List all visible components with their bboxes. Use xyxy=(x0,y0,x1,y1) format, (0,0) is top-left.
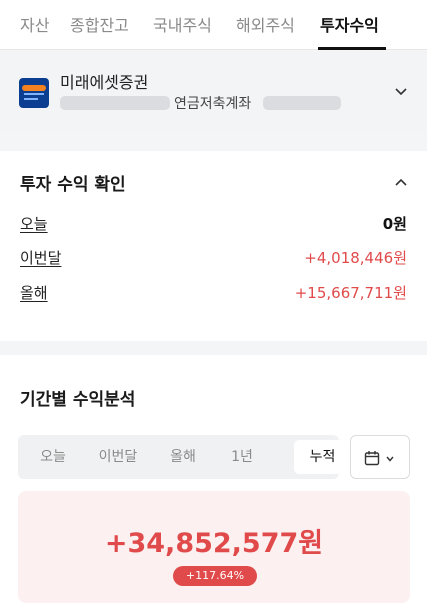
profit-row-label-today[interactable]: 오늘 xyxy=(20,213,48,234)
chevron-down-icon[interactable] xyxy=(394,85,408,99)
profit-row-value-month: +4,018,446원 xyxy=(304,249,407,267)
mirae-asset-logo-icon xyxy=(19,78,49,108)
period-analysis-section: 기간별 수익분석 오늘 이번달 올해 1년 누적 +34,852,577원 +1… xyxy=(0,355,427,603)
tab-investment-returns[interactable]: 투자수익 xyxy=(320,12,379,36)
period-segmented-control: 오늘 이번달 올해 1년 누적 xyxy=(18,435,351,479)
top-tab-bar: 자산 종합잔고 국내주식 해외주식 투자수익 xyxy=(0,0,427,50)
return-rate-badge: +117.64% xyxy=(173,566,257,586)
calendar-icon xyxy=(364,451,380,466)
tab-overseas-stocks[interactable]: 해외주식 xyxy=(236,12,295,36)
period-option-cumulative[interactable]: 누적 xyxy=(294,435,351,479)
cumulative-result-card: +34,852,577원 +117.64% xyxy=(18,491,410,603)
period-option-month[interactable]: 이번달 xyxy=(88,435,148,479)
profit-row-value-today: 0원 xyxy=(382,215,407,233)
calendar-dropdown-button[interactable] xyxy=(350,435,410,479)
broker-name: 미래에셋증권 xyxy=(60,73,149,92)
analysis-section-title: 기간별 수익분석 xyxy=(20,390,136,410)
profit-row-value-year: +15,667,711원 xyxy=(294,284,407,302)
chevron-down-small-icon xyxy=(386,456,394,462)
account-type: 연금저축계좌 xyxy=(174,96,252,112)
period-option-today[interactable]: 오늘 xyxy=(28,435,78,479)
masked-account-number-tail xyxy=(263,96,341,110)
active-tab-indicator xyxy=(318,47,386,50)
tab-domestic-stocks[interactable]: 국내주식 xyxy=(153,12,212,36)
profit-row-label-year[interactable]: 올해 xyxy=(20,282,48,303)
profit-section-title: 투자 수익 확인 xyxy=(20,175,126,195)
masked-account-number xyxy=(60,96,170,110)
cumulative-profit-amount: +34,852,577원 xyxy=(104,528,324,559)
tab-balance[interactable]: 종합잔고 xyxy=(70,12,129,36)
profit-summary-section: 투자 수익 확인 오늘 0원 이번달 +4,018,446원 올해 +15,66… xyxy=(0,151,427,341)
tab-assets[interactable]: 자산 xyxy=(20,12,49,36)
period-option-1y[interactable]: 1년 xyxy=(220,435,264,479)
account-selector[interactable]: 미래에셋증권 연금저축계좌 xyxy=(0,51,427,131)
period-option-year[interactable]: 올해 xyxy=(158,435,208,479)
chevron-up-icon[interactable] xyxy=(394,175,408,189)
profit-row-label-month[interactable]: 이번달 xyxy=(20,247,61,268)
